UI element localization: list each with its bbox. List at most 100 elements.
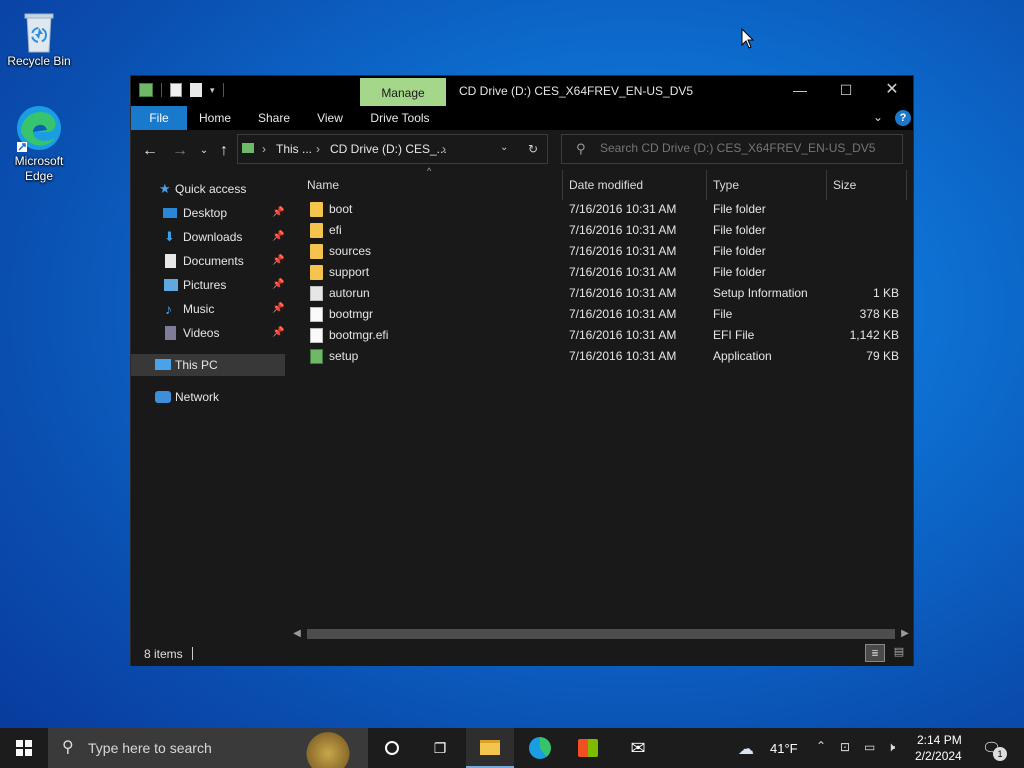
file-row[interactable]: setup 7/16/2016 10:31 AM Application 79 KB (289, 346, 901, 367)
chevron-right-icon[interactable]: › (262, 142, 266, 156)
nav-item-this-pc[interactable]: This PC (131, 354, 285, 376)
downloads-icon: ⬇ (164, 229, 175, 244)
address-bar[interactable]: › This ... › CD Drive (D:) CES_... › ⌄ ↻ (237, 134, 548, 164)
scrollbar-thumb[interactable] (307, 629, 895, 639)
file-date-modified: 7/16/2016 10:31 AM (569, 328, 677, 342)
file-row[interactable]: support 7/16/2016 10:31 AM File folder (289, 262, 901, 283)
network-icon (155, 391, 171, 403)
recycle-bin-icon (24, 13, 54, 53)
taskbar-store[interactable] (564, 728, 612, 768)
tab-manage[interactable]: Manage (360, 78, 446, 106)
chevron-right-icon[interactable]: › (442, 142, 446, 156)
nav-item-desktop[interactable]: Desktop 📌 (131, 202, 285, 224)
search-box[interactable]: ⚲ (561, 134, 903, 164)
file-icon (310, 307, 323, 322)
tab-drive-tools[interactable]: Drive Tools (367, 106, 433, 130)
recent-locations-button[interactable]: ⌄ (195, 142, 213, 160)
file-row[interactable]: autorun 7/16/2016 10:31 AM Setup Informati… (289, 283, 901, 304)
file-row[interactable]: bootmgr 7/16/2016 10:31 AM File 378 KB (289, 304, 901, 325)
properties-icon[interactable] (170, 83, 182, 97)
file-row[interactable]: boot 7/16/2016 10:31 AM File folder (289, 199, 901, 220)
refresh-icon[interactable]: ↻ (528, 142, 538, 156)
minimize-button[interactable]: — (777, 76, 823, 106)
weather-temperature[interactable]: 41°F (770, 741, 798, 756)
taskbar-mail[interactable]: ✉ (614, 728, 662, 768)
pin-icon: 📌 (272, 231, 285, 242)
clock-time[interactable]: 2:14 PM (917, 733, 962, 747)
cortana-circle-icon (385, 740, 399, 755)
close-button[interactable]: ✕ (869, 76, 915, 106)
nav-item-network[interactable]: Network (131, 386, 285, 408)
tab-view[interactable]: View (309, 106, 351, 130)
drive-setup-icon (139, 83, 153, 97)
show-hidden-icons-chevron-icon[interactable]: ⌃ (816, 739, 826, 753)
back-button[interactable]: ← (141, 142, 159, 160)
quick-access-toolbar: ▾ (139, 83, 224, 97)
column-header-date-modified[interactable]: Date modified (569, 170, 707, 200)
details-view-button[interactable]: ≣ (865, 644, 885, 662)
file-type: Application (713, 349, 772, 363)
column-header-name[interactable]: Name (307, 170, 563, 200)
file-type: File folder (713, 244, 766, 258)
maximize-button[interactable]: ☐ (823, 76, 869, 106)
clock-date[interactable]: 2/2/2024 (915, 749, 962, 763)
search-input[interactable] (600, 141, 890, 155)
mouse-cursor-icon (741, 28, 755, 49)
tab-share[interactable]: Share (251, 106, 297, 130)
breadcrumb-this-pc[interactable]: This ... (276, 142, 312, 156)
start-button[interactable] (0, 728, 48, 768)
file-type: EFI File (713, 328, 755, 342)
pin-icon: 📌 (272, 207, 285, 218)
file-type: Setup Information (713, 286, 808, 300)
taskbar-file-explorer[interactable] (466, 728, 514, 768)
nav-item-documents[interactable]: Documents 📌 (131, 250, 285, 272)
nav-quick-access[interactable]: ★ Quick access (131, 178, 285, 200)
task-view-icon: ❐ (433, 740, 447, 756)
network-status-icon[interactable]: ▭ (864, 740, 875, 754)
setup-info-icon (310, 286, 323, 301)
breadcrumb-cd-drive[interactable]: CD Drive (D:) CES_... (330, 142, 447, 156)
nav-label: Quick access (175, 182, 247, 196)
chevron-down-icon[interactable]: ▾ (210, 85, 215, 96)
chevron-right-icon[interactable]: › (316, 142, 320, 156)
desktop-icon-edge[interactable]: Microsoft Edge (1, 104, 77, 184)
title-bar[interactable]: ▾ Manage CD Drive (D:) CES_X64FREV_EN-US… (131, 76, 913, 106)
file-size: 1,142 KB (849, 328, 899, 342)
taskbar-search-box[interactable]: ⚲ Type here to search (48, 728, 368, 768)
scroll-left-arrow-icon[interactable]: ◀ (289, 626, 305, 642)
tab-file[interactable]: File (131, 106, 187, 130)
nav-item-music[interactable]: ♪ Music 📌 (131, 298, 285, 320)
nav-label: This PC (175, 358, 218, 372)
file-row[interactable]: efi 7/16/2016 10:31 AM File folder (289, 220, 901, 241)
file-name: bootmgr.efi (329, 328, 389, 342)
nav-item-downloads[interactable]: ⬇ Downloads 📌 (131, 226, 285, 248)
help-icon[interactable]: ? (895, 110, 911, 126)
up-button[interactable]: ↑ (215, 142, 233, 160)
expand-ribbon-icon[interactable]: ⌄ (873, 110, 883, 124)
nav-item-videos[interactable]: Videos 📌 (131, 322, 285, 344)
volume-muted-icon[interactable]: 🕨 (887, 739, 895, 755)
cortana-button[interactable] (368, 728, 416, 768)
new-folder-icon[interactable] (190, 83, 202, 97)
address-dropdown-icon[interactable]: ⌄ (500, 142, 508, 153)
forward-button[interactable]: → (171, 142, 189, 160)
nav-item-pictures[interactable]: Pictures 📌 (131, 274, 285, 296)
taskbar-edge[interactable] (516, 728, 564, 768)
drive-icon (242, 143, 254, 153)
nav-label: Videos (183, 326, 220, 340)
file-row[interactable]: sources 7/16/2016 10:31 AM File folder (289, 241, 901, 262)
file-row[interactable]: bootmgr.efi 7/16/2016 10:31 AM EFI File 1,1… (289, 325, 901, 346)
column-header-size[interactable]: Size (833, 170, 907, 200)
meet-now-icon[interactable]: ⊡ (840, 740, 850, 754)
horizontal-scrollbar[interactable]: ◀ ▶ (289, 626, 913, 642)
desktop-icon-recycle-bin[interactable]: Recycle Bin (1, 8, 77, 69)
edge-icon (529, 736, 551, 759)
column-header-type[interactable]: Type (713, 170, 827, 200)
mail-icon: ✉ (630, 738, 646, 758)
scroll-right-arrow-icon[interactable]: ▶ (897, 626, 913, 642)
large-icons-view-button[interactable]: ▤ (889, 644, 909, 662)
task-view-button[interactable]: ❐ (416, 728, 464, 768)
edge-label: Microsoft Edge (14, 154, 64, 183)
windows-logo-icon (16, 740, 32, 756)
tab-home[interactable]: Home (193, 106, 237, 130)
